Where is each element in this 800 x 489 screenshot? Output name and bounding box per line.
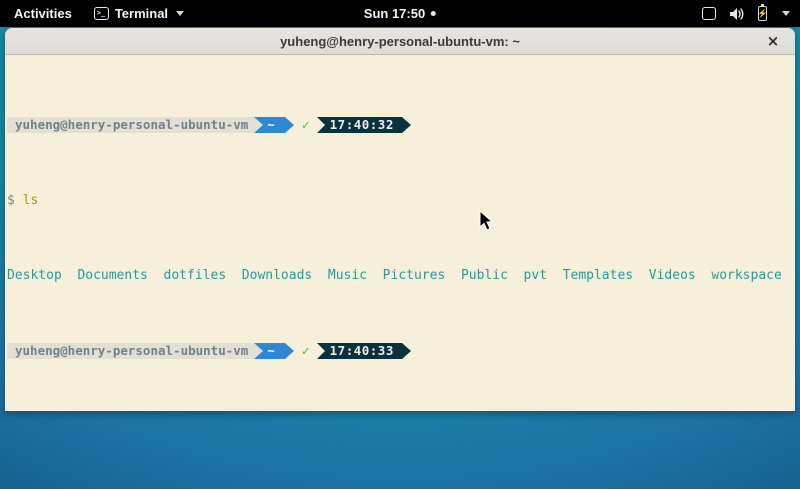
powerline-arrow-icon: [317, 117, 325, 133]
close-button[interactable]: ×: [764, 32, 782, 50]
directory-name: workspace: [711, 268, 781, 283]
status-check-icon: ✓: [302, 118, 310, 133]
directory-name: Documents: [77, 268, 147, 283]
powerline-arrow-icon: [402, 117, 411, 133]
window-titlebar[interactable]: yuheng@henry-personal-ubuntu-vm: ~ ×: [5, 28, 795, 55]
clock-button[interactable]: Sun 17:50: [364, 0, 436, 27]
prompt-cwd: ~: [263, 343, 285, 359]
clock-label: Sun 17:50: [364, 6, 425, 21]
chevron-down-icon: [782, 11, 790, 16]
powerline-arrow-icon: [254, 117, 263, 133]
directory-name: pvt: [524, 268, 547, 283]
system-tray[interactable]: ⚡: [702, 0, 790, 27]
prompt-timestamp: 17:40:33: [325, 343, 402, 359]
prompt-line: yuheng@henry-personal-ubuntu-vm ~ ✓ 17:4…: [7, 117, 793, 133]
top-bar-left: Activities >_ Terminal: [10, 0, 184, 27]
directory-name: Videos: [649, 268, 696, 283]
gnome-top-bar: Activities >_ Terminal Sun 17:50 ⚡: [0, 0, 800, 27]
activities-button[interactable]: Activities: [10, 6, 76, 21]
directory-name: Public: [461, 268, 508, 283]
ls-output: Desktop Documents dotfiles Downloads Music Pi…: [7, 268, 793, 283]
chevron-down-icon: [176, 11, 184, 16]
terminal-app-icon: >_: [94, 7, 109, 20]
directory-name: dotfiles: [164, 268, 227, 283]
desktop-wallpaper: yuheng@henry-personal-ubuntu-vm: ~ × yuh…: [0, 27, 800, 489]
directory-name: Pictures: [383, 268, 446, 283]
powerline-arrow-icon: [402, 343, 411, 359]
window-title: yuheng@henry-personal-ubuntu-vm: ~: [280, 34, 520, 49]
prompt-timestamp: 17:40:32: [325, 117, 402, 133]
powerline-arrow-icon: [317, 343, 325, 359]
prompt-user-host: yuheng@henry-personal-ubuntu-vm: [7, 117, 254, 133]
status-check-icon: ✓: [302, 344, 310, 359]
powerline-arrow-icon: [285, 343, 294, 359]
terminal-content[interactable]: yuheng@henry-personal-ubuntu-vm ~ ✓ 17:4…: [5, 55, 795, 411]
notification-dot-icon: [431, 11, 436, 16]
command-text: ls: [23, 193, 39, 208]
prompt-dollar: $: [7, 193, 15, 208]
screen-icon: [702, 7, 716, 20]
app-menu-button[interactable]: >_ Terminal: [94, 6, 184, 21]
powerline-arrow-icon: [254, 343, 263, 359]
directory-name: Templates: [563, 268, 633, 283]
prompt-line: yuheng@henry-personal-ubuntu-vm ~ ✓ 17:4…: [7, 343, 793, 359]
directory-name: Downloads: [242, 268, 312, 283]
battery-charging-icon: ⚡: [758, 6, 767, 21]
powerline-arrow-icon: [285, 117, 294, 133]
desktop-screen: Activities >_ Terminal Sun 17:50 ⚡: [0, 0, 800, 489]
terminal-window: yuheng@henry-personal-ubuntu-vm: ~ × yuh…: [5, 28, 795, 412]
prompt-cwd: ~: [263, 117, 285, 133]
command-line: $ ls: [7, 193, 793, 208]
mouse-pointer-icon: [479, 210, 494, 232]
directory-name: Music: [328, 268, 367, 283]
directory-name: Desktop: [7, 268, 62, 283]
app-menu-label: Terminal: [115, 6, 168, 21]
volume-icon: [729, 7, 745, 21]
prompt-user-host: yuheng@henry-personal-ubuntu-vm: [7, 343, 254, 359]
